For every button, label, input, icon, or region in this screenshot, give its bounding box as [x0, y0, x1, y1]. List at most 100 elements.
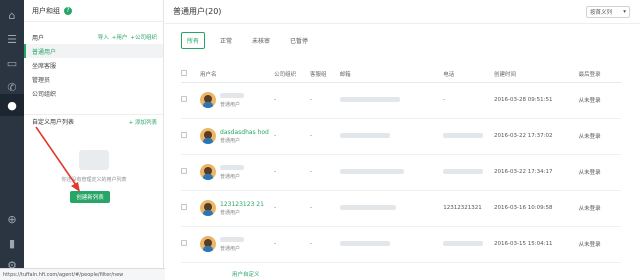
apps-icon[interactable]: ⊕: [0, 208, 24, 230]
user-name-link[interactable]: [220, 236, 245, 244]
col-last-login[interactable]: 最后登录: [578, 66, 621, 83]
group-cell: -: [310, 118, 340, 155]
phone-cell: -: [443, 82, 495, 119]
table-row[interactable]: 123123123 21 普通用户 - - 12312321321 2016-0…: [181, 190, 621, 227]
user-role: 普通用户: [220, 209, 241, 216]
section-label: 用户: [32, 34, 45, 42]
select-all-checkbox[interactable]: [181, 69, 187, 76]
last-login-cell: 从未登录: [578, 226, 621, 263]
avatar: [200, 92, 217, 108]
last-login-cell: 从未登录: [578, 190, 621, 227]
table-row[interactable]: 普通用户 - - - 2016-03-28 09:51:51 从未登录: [181, 82, 621, 119]
email-cell: [339, 190, 444, 227]
col-group[interactable]: 客服组: [310, 66, 340, 83]
group-cell: -: [310, 190, 340, 227]
main-header: 普通用户(20) 按首义列 ▾: [165, 0, 640, 24]
col-username[interactable]: 用户名: [200, 66, 275, 83]
phone-cell: 12312321321: [443, 190, 495, 227]
email-cell: [339, 226, 444, 263]
page-title: 普通用户(20): [173, 7, 222, 16]
org-cell: -: [274, 154, 311, 191]
table-row[interactable]: 普通用户 - - 2016-03-15 15:04:11 从未登录: [181, 226, 621, 263]
table-row[interactable]: 普通用户 - - 2016-03-22 17:34:17 从未登录: [181, 154, 621, 191]
tab-suspended[interactable]: 已暂停: [285, 33, 313, 48]
user-role: 普通用户: [220, 245, 241, 252]
col-phone[interactable]: 电话: [443, 66, 495, 83]
created-cell: 2016-03-22 17:37:02: [494, 118, 579, 155]
users-section-header: 用户 导入 +用户 +公司组织: [24, 30, 163, 44]
tab-unverified[interactable]: 未核审: [247, 33, 275, 48]
sidebar-title: 用户和组: [32, 6, 60, 15]
tab-all[interactable]: 所有: [181, 31, 206, 49]
email-cell: [339, 118, 444, 155]
phone-cell: [443, 226, 495, 263]
sidebar-item-agents[interactable]: 坐席客服: [24, 58, 163, 72]
phone-cell: [443, 118, 495, 155]
avatar: [200, 128, 217, 144]
col-email[interactable]: 邮箱: [339, 66, 444, 83]
import-link[interactable]: 导入: [98, 33, 109, 41]
created-cell: 2016-03-16 10:09:58: [494, 190, 579, 227]
sidebar-item-orgs[interactable]: 公司组织: [24, 86, 163, 100]
user-name-link[interactable]: 123123123 21: [220, 201, 264, 208]
user-name-link[interactable]: dasdasdhas hod: [220, 129, 269, 136]
group-cell: -: [310, 82, 340, 119]
table-row[interactable]: dasdasdhas hod 普通用户 - - 2016-03-22 17:37…: [181, 118, 621, 155]
row-checkbox[interactable]: [181, 240, 187, 246]
user-role: 普通用户: [220, 173, 241, 180]
add-org-link[interactable]: +公司组织: [130, 33, 157, 41]
created-cell: 2016-03-28 09:51:51: [494, 82, 579, 119]
home-icon[interactable]: ⌂: [0, 4, 24, 26]
list-icon[interactable]: ☰: [0, 28, 24, 50]
group-cell: -: [310, 154, 340, 191]
created-cell: 2016-03-22 17:34:17: [494, 154, 579, 191]
chart-icon[interactable]: ▮: [0, 232, 24, 254]
custom-list-label: 自定义用户列表: [32, 119, 75, 126]
avatar: [200, 200, 217, 216]
row-checkbox[interactable]: [181, 168, 187, 174]
last-login-cell: 从未登录: [578, 82, 621, 119]
user-role: 普通用户: [220, 137, 241, 144]
app-window: ⌂ ☰ ▭ ✆ ● ⊕ ▮ ⚙ 用户和组 ? 用户 导入 +用户 +公司组织 普…: [0, 0, 640, 280]
user-icon[interactable]: ●: [0, 94, 24, 116]
create-list-button[interactable]: 创建新列表: [70, 191, 110, 203]
users-table: 用户名 公司组织 客服组 邮箱 电话 创建时间 最后登录 普通用户 - - - …: [181, 66, 621, 263]
sort-select[interactable]: 按首义列 ▾: [586, 5, 630, 18]
custom-user-link[interactable]: 用户自定义: [232, 270, 260, 278]
row-checkbox[interactable]: [181, 204, 187, 210]
chat-icon[interactable]: ▭: [0, 52, 24, 74]
add-list-link[interactable]: + 添加列表: [129, 118, 157, 126]
sidebar-header: 用户和组 ?: [24, 0, 163, 22]
user-name-link[interactable]: [220, 164, 245, 172]
last-login-cell: 从未登录: [578, 154, 621, 191]
email-cell: [339, 82, 444, 119]
chevron-down-icon: ▾: [623, 8, 626, 15]
user-role: 普通用户: [220, 101, 241, 108]
phone-cell: [443, 154, 495, 191]
email-cell: [339, 154, 444, 191]
org-cell: -: [274, 118, 311, 155]
org-cell: -: [274, 82, 311, 119]
avatar: [200, 236, 217, 252]
row-checkbox[interactable]: [181, 132, 187, 138]
last-login-cell: 从未登录: [578, 118, 621, 155]
row-checkbox[interactable]: [181, 96, 187, 102]
col-org[interactable]: 公司组织: [274, 66, 311, 83]
status-tabs: 所有 正常 未核审 已暂停: [165, 28, 640, 52]
empty-state: 你还没有管理定义的用户列表: [48, 150, 140, 183]
sidebar-item-normal-users[interactable]: 普通用户: [24, 44, 163, 58]
empty-list-icon: [79, 150, 109, 170]
user-name-link[interactable]: [220, 92, 245, 100]
browser-status-bar: https://tuffaln.hfi.com/agent/#/people/f…: [0, 268, 165, 280]
tab-normal[interactable]: 正常: [215, 33, 237, 48]
org-cell: -: [274, 190, 311, 227]
empty-state-text: 你还没有管理定义的用户列表: [61, 177, 127, 183]
add-user-link[interactable]: +用户: [112, 33, 128, 41]
help-icon[interactable]: ?: [64, 6, 72, 15]
col-created[interactable]: 创建时间: [494, 66, 579, 83]
users-sidebar: 用户和组 ? 用户 导入 +用户 +公司组织 普通用户 坐席客服 管理员 公司组…: [24, 0, 164, 280]
sort-select-value: 按首义列: [590, 9, 613, 16]
created-cell: 2016-03-15 15:04:11: [494, 226, 579, 263]
group-cell: -: [310, 226, 340, 263]
sidebar-item-admins[interactable]: 管理员: [24, 72, 163, 86]
